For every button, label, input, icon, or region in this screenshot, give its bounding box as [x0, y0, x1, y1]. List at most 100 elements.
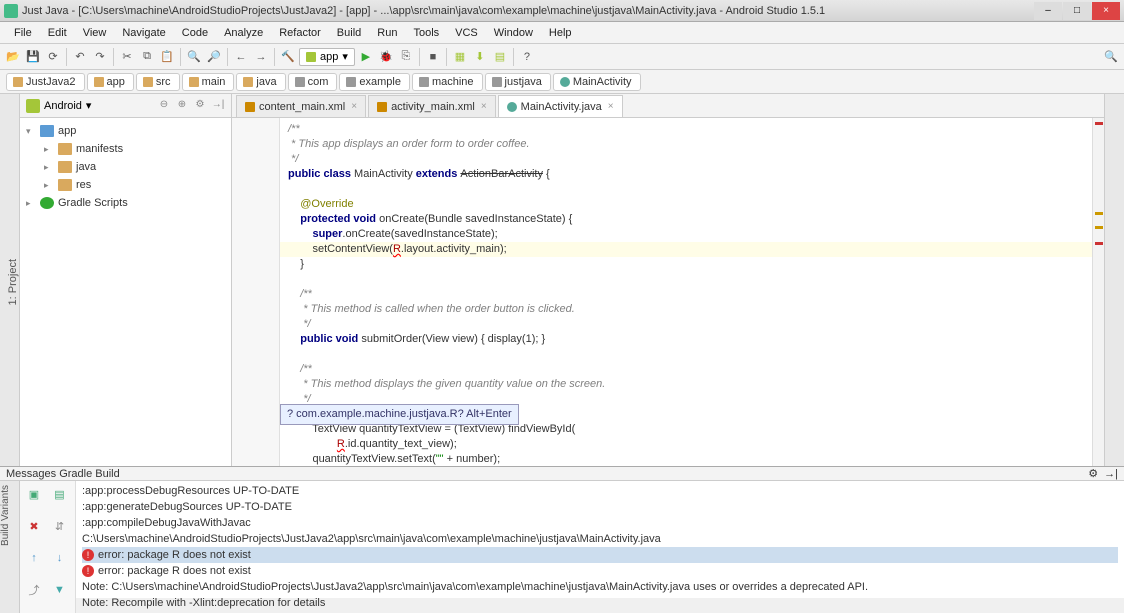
tree-node-res[interactable]: ▸res [20, 176, 231, 194]
gear-icon[interactable]: ⚙ [193, 99, 207, 113]
code-editor[interactable]: /** * This app displays an order form to… [232, 118, 1104, 466]
stop-icon[interactable]: ■ [424, 48, 442, 66]
gear-icon[interactable]: ⚙ [1088, 467, 1098, 480]
tree-node-app[interactable]: ▾app [20, 122, 231, 140]
intention-hint[interactable]: ? com.example.machine.justjava.R? Alt+En… [280, 404, 519, 425]
error-marker[interactable] [1095, 242, 1103, 245]
close-icon[interactable]: × [481, 101, 487, 112]
error-marker[interactable] [1095, 122, 1103, 125]
undo-icon[interactable]: ↶ [71, 48, 89, 66]
paste-icon[interactable]: 📋 [158, 48, 176, 66]
copy-icon[interactable]: ⧉ [138, 48, 156, 66]
menu-view[interactable]: View [75, 24, 115, 42]
editor-gutter[interactable] [232, 118, 280, 466]
menu-help[interactable]: Help [541, 24, 580, 42]
error-line[interactable]: !error: package R does not exist [82, 563, 1118, 579]
make-icon[interactable]: 🔨 [279, 48, 297, 66]
collapse-icon[interactable]: ▤ [50, 485, 70, 503]
crumb-main[interactable]: main [182, 73, 235, 91]
menu-refactor[interactable]: Refactor [271, 24, 329, 42]
save-icon[interactable]: 💾 [24, 48, 42, 66]
avd-icon[interactable]: ▦ [451, 48, 469, 66]
stop-icon[interactable]: ✖ [24, 517, 44, 535]
tree-node-gradle[interactable]: ▸Gradle Scripts [20, 194, 231, 212]
menu-analyze[interactable]: Analyze [216, 24, 271, 42]
attach-icon[interactable]: ⎘ [397, 48, 415, 66]
cut-icon[interactable]: ✂ [118, 48, 136, 66]
gradle-icon [40, 197, 54, 209]
open-icon[interactable]: 📂 [4, 48, 22, 66]
funnel-icon[interactable]: ▼ [50, 581, 70, 599]
close-button[interactable]: × [1092, 2, 1120, 20]
crumb-src[interactable]: src [136, 73, 180, 91]
tree-node-java[interactable]: ▸java [20, 158, 231, 176]
error-stripe[interactable] [1092, 118, 1104, 466]
menu-edit[interactable]: Edit [40, 24, 75, 42]
rail-project[interactable]: 1: Project [7, 255, 19, 309]
hide-icon[interactable]: →| [1104, 468, 1118, 480]
prev-icon[interactable]: ↑ [24, 549, 44, 567]
folder-icon [13, 77, 23, 87]
crumb-mainactivity[interactable]: MainActivity [553, 73, 641, 91]
menu-tools[interactable]: Tools [405, 24, 447, 42]
crumb-justjava2[interactable]: JustJava2 [6, 73, 85, 91]
android-icon [26, 99, 40, 113]
crumb-example[interactable]: example [339, 73, 410, 91]
find-icon[interactable]: 🔍 [185, 48, 203, 66]
close-icon[interactable]: × [608, 101, 614, 112]
search-everywhere-icon[interactable]: 🔍 [1102, 48, 1120, 66]
minimize-button[interactable]: – [1034, 2, 1062, 20]
warning-marker[interactable] [1095, 226, 1103, 229]
crumb-java[interactable]: java [236, 73, 285, 91]
replace-icon[interactable]: 🔎 [205, 48, 223, 66]
export-icon[interactable]: ⤴ [24, 581, 44, 599]
menu-code[interactable]: Code [174, 24, 216, 42]
xml-icon [245, 102, 255, 112]
tab-activity-main[interactable]: activity_main.xml× [368, 95, 496, 117]
sync-icon[interactable]: ⟳ [44, 48, 62, 66]
messages-panel: Messages Gradle Build ⚙ →| Build Variant… [0, 466, 1124, 598]
rail-build-variants[interactable]: Build Variants [0, 481, 11, 550]
package-icon [295, 77, 305, 87]
code-content[interactable]: /** * This app displays an order form to… [280, 118, 1092, 466]
chevron-down-icon[interactable]: ▾ [86, 99, 92, 112]
error-line[interactable]: !error: package R does not exist [82, 547, 1118, 563]
monitor-icon[interactable]: ▤ [491, 48, 509, 66]
maximize-button[interactable]: □ [1063, 2, 1091, 20]
expand-icon[interactable]: ▣ [24, 485, 44, 503]
close-icon[interactable]: × [351, 101, 357, 112]
menu-navigate[interactable]: Navigate [114, 24, 173, 42]
debug-icon[interactable]: 🐞 [377, 48, 395, 66]
target-icon[interactable]: ⊕ [175, 99, 189, 113]
tab-content-main[interactable]: content_main.xml× [236, 95, 366, 117]
menu-build[interactable]: Build [329, 24, 369, 42]
run-config-select[interactable]: app ▾ [299, 48, 355, 66]
tab-mainactivity[interactable]: MainActivity.java× [498, 95, 623, 117]
tree-node-manifests[interactable]: ▸manifests [20, 140, 231, 158]
menu-vcs[interactable]: VCS [447, 24, 486, 42]
menu-window[interactable]: Window [486, 24, 541, 42]
collapse-icon[interactable]: ⊖ [157, 99, 171, 113]
project-view-label[interactable]: Android [44, 100, 82, 112]
menu-run[interactable]: Run [369, 24, 405, 42]
help-icon[interactable]: ? [518, 48, 536, 66]
messages-header: Messages Gradle Build ⚙ →| [0, 467, 1124, 481]
forward-icon[interactable]: → [252, 48, 270, 66]
hide-icon[interactable]: →| [211, 99, 225, 113]
filter-icon[interactable]: ⇵ [50, 517, 70, 535]
warning-marker[interactable] [1095, 212, 1103, 215]
crumb-machine[interactable]: machine [412, 73, 483, 91]
messages-content[interactable]: :app:processDebugResources UP-TO-DATE :a… [76, 481, 1124, 613]
left-tool-rail: 1: Project 7: Structure Captures [0, 94, 20, 466]
next-icon[interactable]: ↓ [50, 549, 70, 567]
message-line[interactable]: C:\Users\machine\AndroidStudioProjects\J… [82, 531, 1118, 547]
sdk-icon[interactable]: ⬇ [471, 48, 489, 66]
back-icon[interactable]: ← [232, 48, 250, 66]
redo-icon[interactable]: ↷ [91, 48, 109, 66]
run-icon[interactable]: ▶ [357, 48, 375, 66]
crumb-com[interactable]: com [288, 73, 338, 91]
note-line: Note: Recompile with -Xlint:deprecation … [82, 595, 1118, 611]
menu-file[interactable]: File [6, 24, 40, 42]
crumb-justjava[interactable]: justjava [485, 73, 551, 91]
crumb-app[interactable]: app [87, 73, 134, 91]
